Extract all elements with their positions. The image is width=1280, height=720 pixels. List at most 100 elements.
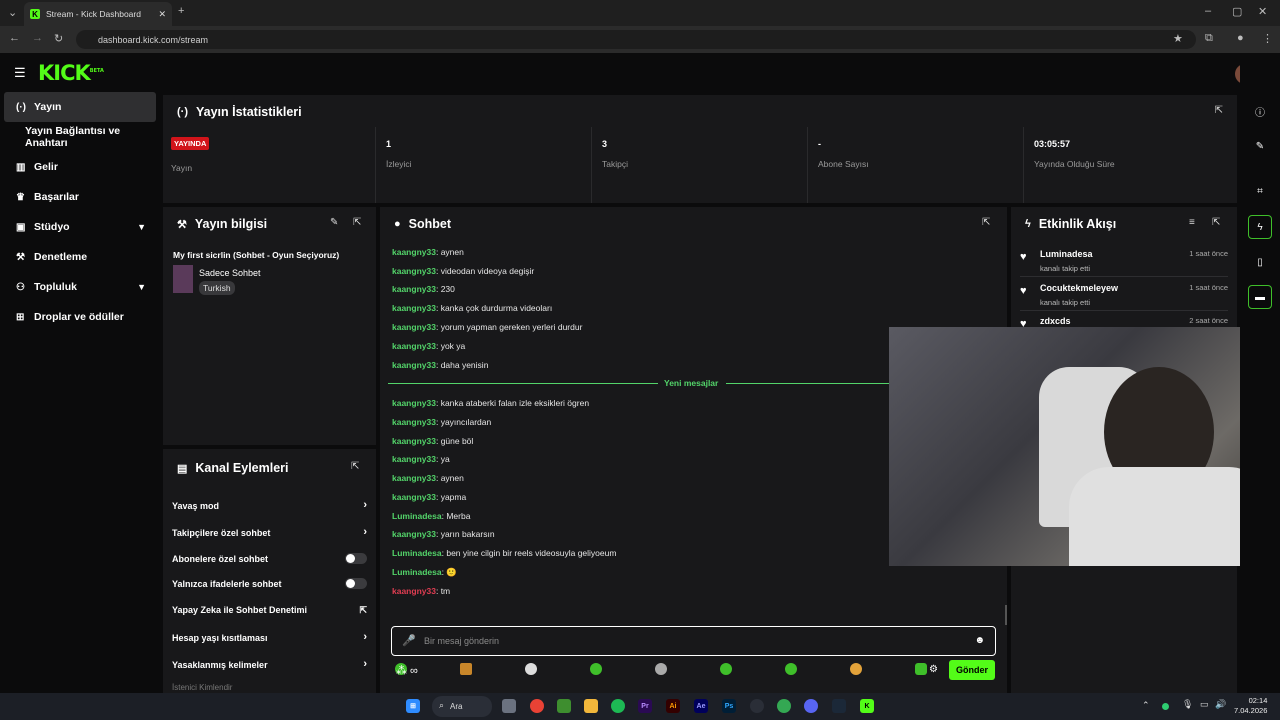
sidebar-item-yayin[interactable]: (·) Yayın (4, 92, 156, 122)
close-window-icon[interactable]: ✕ (1258, 5, 1267, 18)
emote-icon[interactable] (460, 663, 472, 675)
action-followers-only[interactable]: Takipçilere özel sohbet › (172, 526, 367, 538)
close-tab-icon[interactable]: ✕ (158, 9, 166, 20)
steam-icon[interactable] (832, 699, 846, 713)
chat-message: kaangny33: güne böl (392, 436, 474, 446)
edit-icon[interactable]: ✎ (330, 217, 338, 228)
microphone-tray-icon[interactable]: 🎙 (1182, 699, 1193, 710)
back-icon[interactable]: ← (9, 32, 20, 44)
chrome-alt-icon[interactable] (777, 699, 791, 713)
emote-icon[interactable] (915, 663, 927, 675)
popout-icon[interactable]: ⇱ (353, 217, 361, 228)
action-banned-words[interactable]: Yasaklanmış kelimeler › (172, 658, 367, 670)
network-icon[interactable]: ▭ (1200, 699, 1209, 710)
kick-logo[interactable]: KICKBETA (38, 61, 104, 85)
file-explorer-icon[interactable] (584, 699, 598, 713)
lightning-icon[interactable]: ϟ (1248, 215, 1272, 239)
send-button[interactable]: Gönder (949, 660, 995, 680)
sidebar-item-studyo[interactable]: ▣ Stüdyo ▼ (4, 212, 156, 242)
chat-icon[interactable]: ▬ (1248, 285, 1272, 309)
emote-icon[interactable] (850, 663, 862, 675)
menu-dots-icon[interactable]: ⋮ (1262, 32, 1273, 45)
browser-tab[interactable]: K Stream - Kick Dashboard ✕ (24, 2, 172, 26)
emotes-only-toggle[interactable] (345, 578, 367, 589)
chat-input[interactable]: 🎤 Bir mesaj gönderin ☻ (391, 626, 996, 656)
windows-start-icon[interactable]: ⊞ (406, 699, 420, 713)
sidebar-item-topluluk[interactable]: ⚇ Topluluk ▼ (4, 272, 156, 302)
after-effects-icon[interactable]: Ae (694, 699, 708, 713)
volume-icon[interactable]: 🔊 (1215, 699, 1226, 710)
sidebar-item-basarilar[interactable]: ♛ Başarılar (4, 182, 156, 212)
kick-app-icon[interactable]: K (860, 699, 874, 713)
task-view-icon[interactable] (502, 699, 516, 713)
premiere-icon[interactable]: Pr (638, 699, 652, 713)
chevron-down-icon: ▼ (137, 282, 146, 292)
emote-icon[interactable] (655, 663, 667, 675)
profile-icon[interactable]: ● (1237, 32, 1244, 44)
microphone-icon[interactable]: 🎤 (402, 634, 416, 647)
action-slow-mode[interactable]: Yavaş mod › (172, 499, 367, 511)
tab-search-icon[interactable]: ⌄ (8, 6, 17, 19)
sidebar-item-stream-key[interactable]: Yayın Bağlantısı ve Anahtarı (4, 122, 164, 152)
emoji-picker-icon[interactable]: ☻ (974, 635, 985, 646)
clock[interactable]: 02:14 7.04.2026 (1234, 696, 1267, 716)
popout-icon[interactable]: ⇱ (351, 461, 359, 472)
minimize-icon[interactable]: – (1205, 5, 1211, 17)
info-icon[interactable]: ⓘ (1248, 99, 1272, 123)
search-icon: ⌕ (439, 700, 445, 710)
bookmark-star-icon[interactable]: ★ (1173, 32, 1183, 45)
edit-icon[interactable]: ✎ (1248, 134, 1272, 158)
action-account-age[interactable]: Hesap yaşı kısıtlaması › (172, 631, 367, 643)
stat-viewers: 1 İzleyici (375, 127, 591, 203)
stat-label: Abone Sayısı (818, 159, 869, 169)
right-toolbar: ⓘ ✎ ⌗ ϟ ▯ ▬ (1240, 53, 1280, 693)
taskbar-search[interactable]: ⌕ Ara (432, 696, 492, 717)
chrome-icon[interactable] (530, 699, 544, 713)
forward-icon[interactable]: → (32, 32, 43, 44)
emote-icon[interactable] (785, 663, 797, 675)
chat-tools-icon[interactable]: ⁂ ∞ (396, 664, 418, 677)
discord-icon[interactable] (804, 699, 818, 713)
hamburger-menu-icon[interactable]: ☰ (14, 65, 26, 81)
chat-message: kaangny33: aynen (392, 247, 464, 257)
webcam-overlay (889, 327, 1280, 566)
tray-chevron-up-icon[interactable]: ⌃ (1142, 700, 1150, 711)
url-field[interactable]: dashboard.kick.com/stream (76, 30, 1196, 49)
popout-icon[interactable]: ⇱ (1215, 105, 1223, 116)
subscribers-only-toggle[interactable] (345, 553, 367, 564)
chat-settings-gear-icon[interactable]: ⚙ (929, 664, 938, 675)
stat-value: 03:05:57 (1034, 139, 1071, 149)
community-icon: ⚇ (16, 281, 25, 293)
maximize-icon[interactable]: ▢ (1232, 5, 1242, 18)
spotify-icon[interactable] (611, 699, 625, 713)
minecraft-icon[interactable] (557, 699, 571, 713)
chat-scrollbar[interactable] (1005, 605, 1007, 625)
focus-icon[interactable]: ⌗ (1248, 179, 1272, 203)
reload-icon[interactable]: ↻ (54, 32, 63, 45)
sidebar-item-droplar[interactable]: ⊞ Droplar ve ödüller (4, 302, 156, 332)
emote-icon[interactable] (590, 663, 602, 675)
photoshop-icon[interactable]: Ps (722, 699, 736, 713)
chat-message: kaangny33: yorum yapman gereken yerleri … (392, 322, 583, 332)
broadcast-icon: (·) (177, 106, 188, 118)
popout-icon[interactable]: ⇱ (1212, 217, 1220, 228)
notes-icon[interactable]: ▯ (1248, 250, 1272, 274)
tray-app-icon[interactable] (1162, 703, 1169, 710)
emote-icon[interactable] (525, 663, 537, 675)
extensions-icon[interactable]: ⧉ (1205, 32, 1213, 45)
shirt-image (1069, 467, 1269, 566)
filter-icon[interactable]: ≡ (1189, 217, 1195, 228)
taskbar: ⊞ ⌕ Ara Pr Ai Ae Ps K ⌃ 🎙 ▭ 🔊 02:14 7.04… (0, 693, 1280, 720)
action-ai-moderation[interactable]: Yapay Zeka ile Sohbet Denetimi ⇱ (172, 605, 367, 615)
sidebar-item-denetleme[interactable]: ⚒ Denetleme (4, 242, 156, 272)
emote-icon[interactable] (720, 663, 732, 675)
channel-actions-title: ▤ Kanal Eylemleri (177, 461, 289, 475)
illustrator-icon[interactable]: Ai (666, 699, 680, 713)
app-icon[interactable] (750, 699, 764, 713)
activity-desc: kanalı takip etti (1040, 298, 1091, 307)
action-partial[interactable]: İstenici Kimlendir (172, 683, 367, 691)
new-tab-icon[interactable]: + (178, 5, 184, 17)
sidebar-item-gelir[interactable]: ▥ Gelir (4, 152, 156, 182)
chat-message: kaangny33: daha yenisin (392, 360, 489, 370)
popout-icon[interactable]: ⇱ (982, 217, 990, 228)
